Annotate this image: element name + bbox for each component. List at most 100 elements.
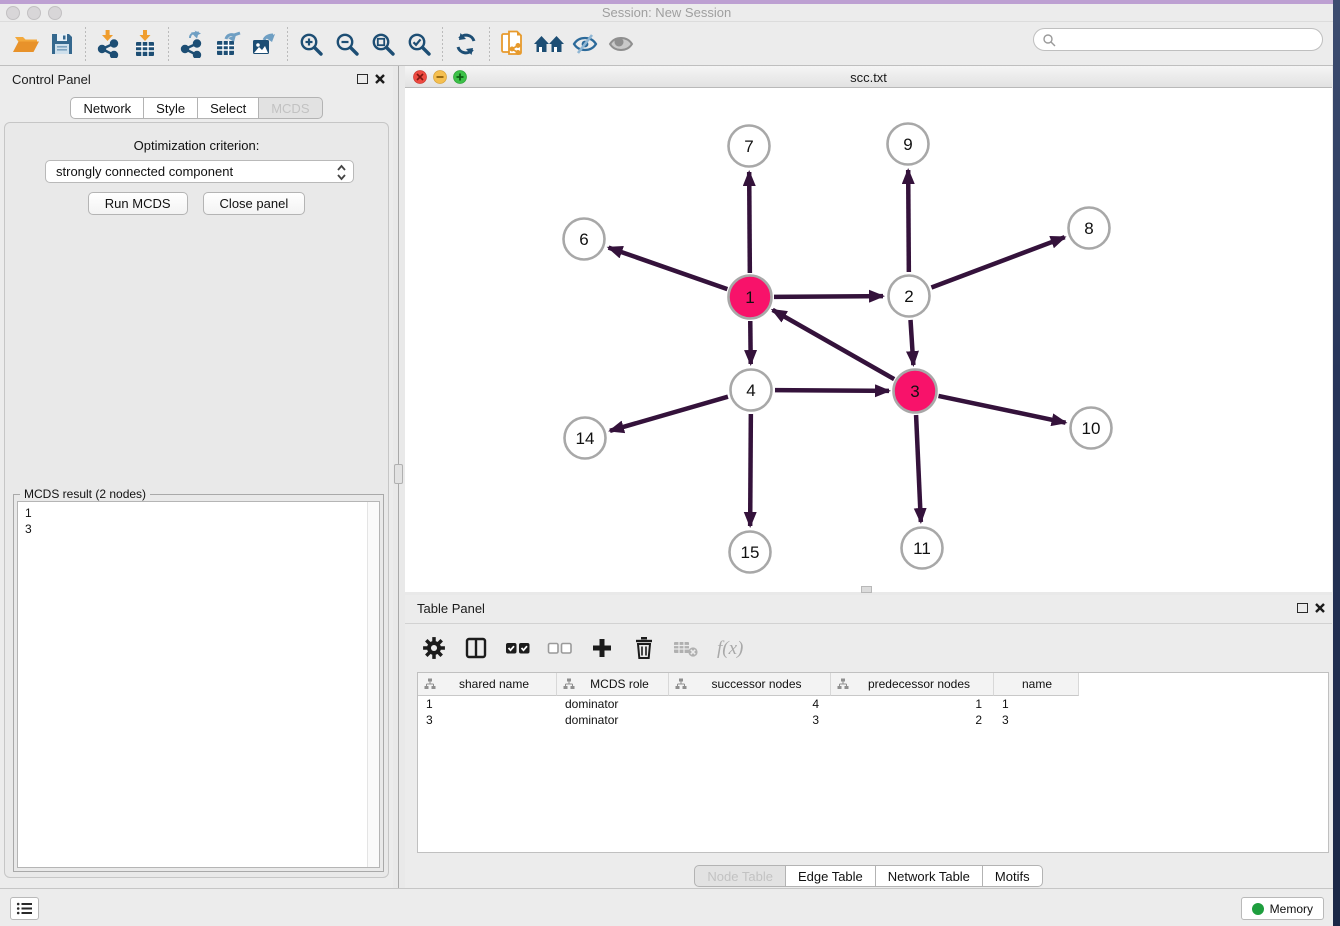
close-table-panel-icon[interactable] <box>1314 602 1326 614</box>
add-column-icon[interactable] <box>589 635 615 661</box>
export-image-icon[interactable] <box>246 28 282 60</box>
mcds-buttons-row: Run MCDS Close panel <box>5 192 388 215</box>
graph-node-label: 1 <box>745 288 754 307</box>
export-table-icon[interactable] <box>210 28 246 60</box>
graph-edge-1-6[interactable] <box>609 248 728 290</box>
network-canvas[interactable]: 1 2 3 4 6 7 8 9 10 11 14 15 <box>405 88 1332 592</box>
vertical-splitter[interactable] <box>393 66 405 888</box>
graph-node-3[interactable]: 3 <box>894 370 937 413</box>
network-graph[interactable]: 1 2 3 4 6 7 8 9 10 11 14 15 <box>405 88 1332 592</box>
table-cell[interactable]: 1 <box>418 696 557 712</box>
table-cell[interactable]: 3 <box>418 712 557 728</box>
fit-selected-icon[interactable] <box>401 28 437 60</box>
graph-node-15[interactable]: 15 <box>730 532 771 573</box>
birdseye-view-icon[interactable] <box>603 28 639 60</box>
table-cell[interactable]: 3 <box>994 712 1079 728</box>
column-header-successor-nodes[interactable]: successor nodes <box>669 673 831 696</box>
table-row[interactable]: 1dominator411 <box>418 696 1328 712</box>
graph-edge-2-3[interactable] <box>911 320 914 365</box>
graph-node-10[interactable]: 10 <box>1071 408 1112 449</box>
table-tabs: Node TableEdge TableNetwork TableMotifs <box>405 865 1332 887</box>
tab-mcds[interactable]: MCDS <box>259 97 322 119</box>
main-area: Control Panel NetworkStyleSelectMCDS Opt… <box>0 66 1333 888</box>
graph-edge-3-1[interactable] <box>773 310 895 379</box>
tab-network[interactable]: Network <box>70 97 144 119</box>
float-table-panel-icon[interactable] <box>1297 603 1308 613</box>
table-cell[interactable]: 1 <box>994 696 1079 712</box>
run-mcds-button[interactable]: Run MCDS <box>88 192 188 215</box>
graph-node-6[interactable]: 6 <box>564 219 605 260</box>
graph-node-9[interactable]: 9 <box>888 124 929 165</box>
split-columns-icon[interactable] <box>463 635 489 661</box>
open-session-icon[interactable] <box>8 28 44 60</box>
import-table-icon[interactable] <box>127 28 163 60</box>
node-table[interactable]: shared name MCDS role successor nodesprede… <box>417 672 1329 853</box>
canvas-splitter-grip[interactable] <box>861 586 872 593</box>
task-history-button[interactable] <box>10 897 39 920</box>
select-all-columns-icon[interactable] <box>505 635 531 661</box>
table-cell[interactable]: dominator <box>557 696 669 712</box>
graph-edge-2-8[interactable] <box>931 237 1064 287</box>
close-panel-button[interactable]: Close panel <box>203 192 306 215</box>
graph-node-4[interactable]: 4 <box>731 370 772 411</box>
first-neighbors-icon[interactable] <box>531 28 567 60</box>
graph-node-11[interactable]: 11 <box>902 528 943 569</box>
graph-node-2[interactable]: 2 <box>889 276 930 317</box>
graph-edge-1-7[interactable] <box>749 172 750 273</box>
mcds-result-text[interactable]: 13 <box>17 501 380 868</box>
splitter-grip[interactable] <box>394 464 403 484</box>
graph-edge-3-11[interactable] <box>916 415 921 522</box>
table-row[interactable]: 3dominator323 <box>418 712 1328 728</box>
table-cell[interactable]: 1 <box>831 696 994 712</box>
graph-node-14[interactable]: 14 <box>565 418 606 459</box>
zoom-out-icon[interactable] <box>329 28 365 60</box>
tab-node-table[interactable]: Node Table <box>694 865 786 887</box>
graph-edge-1-2[interactable] <box>774 296 883 297</box>
criterion-select[interactable]: strongly connected component <box>45 160 354 183</box>
graph-node-8[interactable]: 8 <box>1069 208 1110 249</box>
tab-network-table[interactable]: Network Table <box>876 865 983 887</box>
delete-column-icon[interactable] <box>631 635 657 661</box>
float-panel-icon[interactable] <box>357 74 368 84</box>
graph-edge-4-3[interactable] <box>775 390 889 391</box>
tab-edge-table[interactable]: Edge Table <box>786 865 876 887</box>
gear-icon[interactable] <box>421 635 447 661</box>
table-cell[interactable]: 3 <box>669 712 831 728</box>
graph-edge-4-15[interactable] <box>750 414 751 526</box>
search-input[interactable] <box>1056 31 1322 49</box>
graph-edge-2-9[interactable] <box>908 170 909 272</box>
graph-edge-3-10[interactable] <box>938 396 1065 423</box>
desktop-background <box>1333 0 1340 926</box>
column-header-label: MCDS role <box>575 677 664 691</box>
export-network-icon[interactable] <box>174 28 210 60</box>
column-header-name[interactable]: name <box>994 673 1079 696</box>
search-box[interactable] <box>1033 28 1323 51</box>
column-header-shared-name[interactable]: shared name <box>418 673 557 696</box>
import-network-icon[interactable] <box>91 28 127 60</box>
control-panel: Control Panel NetworkStyleSelectMCDS Opt… <box>0 66 393 888</box>
memory-button[interactable]: Memory <box>1241 897 1324 920</box>
table-cell[interactable]: 2 <box>831 712 994 728</box>
zoom-in-icon[interactable] <box>293 28 329 60</box>
graph-edge-4-14[interactable] <box>610 397 728 431</box>
table-cell[interactable]: 4 <box>669 696 831 712</box>
network-titlebar[interactable]: scc.txt <box>405 66 1332 88</box>
result-scrollbar[interactable] <box>367 502 379 867</box>
tab-motifs[interactable]: Motifs <box>983 865 1043 887</box>
clone-network-icon[interactable] <box>495 28 531 60</box>
table-cell[interactable]: dominator <box>557 712 669 728</box>
apply-layout-icon[interactable] <box>448 28 484 60</box>
network-window: scc.txt 1 2 3 4 6 7 8 9 10 11 14 15 <box>405 66 1332 592</box>
unselect-all-columns-icon[interactable] <box>547 635 573 661</box>
table-panel: Table Panel <box>405 595 1332 888</box>
tab-select[interactable]: Select <box>198 97 259 119</box>
fit-content-icon[interactable] <box>365 28 401 60</box>
show-style-icon[interactable] <box>567 28 603 60</box>
column-header-predecessor-nodes[interactable]: predecessor nodes <box>831 673 994 696</box>
column-header-MCDS-role[interactable]: MCDS role <box>557 673 669 696</box>
save-session-icon[interactable] <box>44 28 80 60</box>
graph-node-7[interactable]: 7 <box>729 126 770 167</box>
graph-node-1[interactable]: 1 <box>729 276 772 319</box>
tab-style[interactable]: Style <box>144 97 198 119</box>
close-panel-icon[interactable] <box>374 73 386 85</box>
